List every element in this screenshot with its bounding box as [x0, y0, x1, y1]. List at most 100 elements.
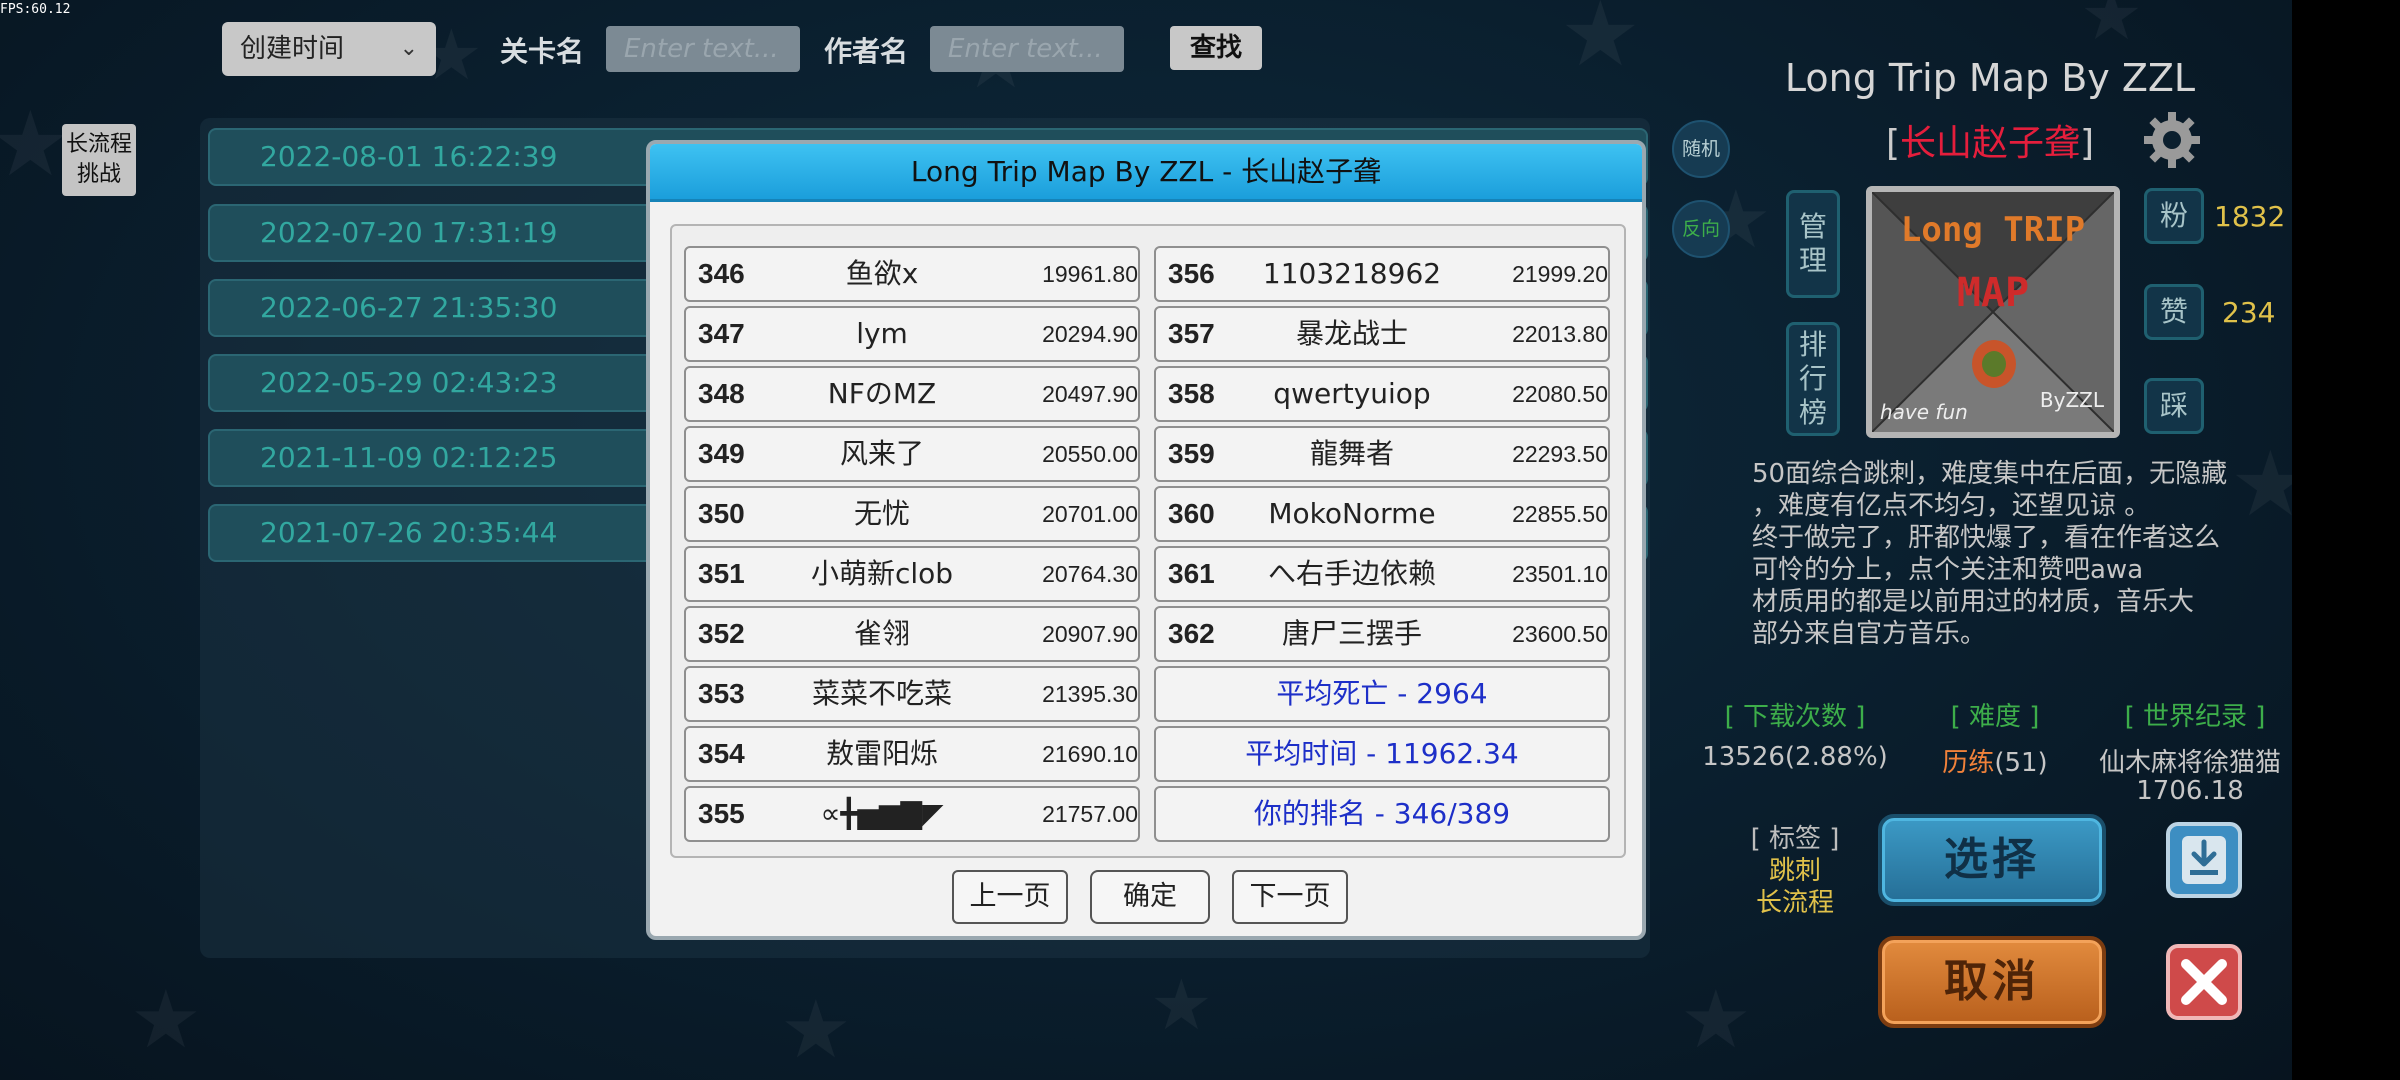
- leaderboard-table: 346 鱼欲x 19961.80 347 lym 20294.90 348 NF…: [670, 224, 1626, 858]
- entry-rank: 352: [698, 618, 745, 649]
- fans-button[interactable]: 粉: [2144, 188, 2204, 244]
- entry-time: 22013.80: [1512, 321, 1608, 347]
- entry-time: 21395.30: [1042, 681, 1138, 707]
- downloads-value: 13526(2.88%): [1702, 742, 1888, 772]
- long-course-challenge-tab[interactable]: 长流程 挑战: [62, 124, 136, 196]
- select-button[interactable]: 选择: [1878, 814, 2106, 906]
- close-button[interactable]: [2166, 944, 2242, 1020]
- downloads-header: [ 下载次数 ]: [1724, 702, 1866, 732]
- leaderboard-entry: 362 唐尸三摆手 23600.50: [1154, 606, 1610, 662]
- description-line: 可怜的分上，点个关注和赞吧awa: [1752, 555, 2144, 585]
- entry-player: 风来了: [839, 437, 924, 470]
- thumbnail-text-line2: MAP: [1956, 270, 2030, 316]
- thumbnail-text-line1: Long TRIP: [1900, 210, 2086, 250]
- close-icon: [2181, 959, 2227, 1005]
- thumbnail-text-bottom-right: ByZZL: [2039, 388, 2104, 412]
- cancel-button[interactable]: 取消: [1878, 936, 2106, 1028]
- row-date: 2022-08-01 16:22:39: [260, 140, 558, 173]
- map-title: Long Trip Map By ZZL: [1784, 56, 2196, 100]
- next-page-button[interactable]: 下一页: [1232, 870, 1348, 924]
- leaderboard-entry: 355 ∝╋▅▆▇◤ 21757.00: [684, 786, 1140, 842]
- dislike-button[interactable]: 踩: [2144, 378, 2204, 434]
- tab-label-line2: 挑战: [76, 162, 121, 187]
- prev-page-button[interactable]: 上一页: [952, 870, 1068, 924]
- entry-player: へ右手边依赖: [1267, 557, 1436, 590]
- level-name-label: 关卡名: [500, 35, 585, 68]
- description-line: 材质用的都是以前用过的材质，音乐大: [1752, 587, 2195, 617]
- random-button[interactable]: 随机: [1672, 120, 1730, 178]
- manage-button[interactable]: 管理: [1786, 190, 1840, 298]
- leaderboard-entry: 357 暴龙战士 22013.80: [1154, 306, 1610, 362]
- entry-time: 21999.20: [1512, 261, 1608, 287]
- gear-icon[interactable]: [2142, 110, 2202, 170]
- entry-rank: 361: [1168, 558, 1215, 589]
- tab-label-line1: 长流程: [65, 132, 132, 157]
- entry-rank: 350: [698, 498, 745, 529]
- leaderboard-entry: 360 MokoNorme 22855.50: [1154, 486, 1610, 542]
- entry-time: 19961.80: [1042, 261, 1138, 287]
- entry-time: 22080.50: [1512, 381, 1608, 407]
- entry-player: ∝╋▅▆▇◤: [820, 797, 944, 830]
- entry-time: 23501.10: [1512, 561, 1608, 587]
- description-line: ，难度有亿点不均匀，还望见谅 。: [1752, 491, 2151, 521]
- world-record-holder: 仙木麻将徐猫猫: [2098, 748, 2281, 778]
- entry-rank: 360: [1168, 498, 1215, 529]
- level-name-input[interactable]: Enter text...: [606, 26, 800, 72]
- world-record-time: 1706.18: [2136, 776, 2244, 806]
- entry-rank: 347: [698, 318, 745, 349]
- download-button[interactable]: [2166, 822, 2242, 898]
- chevron-down-icon: ⌄: [399, 36, 418, 61]
- entry-player: 鱼欲x: [845, 257, 919, 290]
- average-deaths-text: 平均死亡 - 2964: [1276, 677, 1488, 710]
- map-thumbnail: Long TRIP MAP have fun ByZZL: [1866, 186, 2120, 438]
- entry-player: 敖雷阳烁: [825, 737, 938, 770]
- leaderboard-entry: 359 龍舞者 22293.50: [1154, 426, 1610, 482]
- leaderboard-entry: 347 lym 20294.90: [684, 306, 1140, 362]
- leaderboard-entry: 348 NFのMZ 20497.90: [684, 366, 1140, 422]
- entry-player: qwertyuiop: [1273, 377, 1431, 410]
- leaderboard-button[interactable]: 排行榜: [1786, 322, 1840, 436]
- entry-time: 22293.50: [1512, 441, 1608, 467]
- sort-select-value: 创建时间: [240, 34, 345, 64]
- entry-player: 雀翎: [853, 617, 910, 650]
- entry-player: 小萌新clob: [810, 557, 954, 590]
- entry-rank: 354: [698, 738, 745, 769]
- leaderboard-title: Long Trip Map By ZZL - 长山赵子聋: [650, 144, 1642, 202]
- entry-rank: 349: [698, 438, 745, 469]
- average-deaths: 平均死亡 - 2964: [1154, 666, 1610, 722]
- row-date: 2022-05-29 02:43:23: [260, 366, 558, 399]
- description-line: 终于做完了，肝都快爆了，看在作者这么: [1752, 523, 2221, 553]
- entry-time: 20764.30: [1042, 561, 1138, 587]
- difficulty-word: 历练: [1942, 748, 1995, 778]
- entry-rank: 358: [1168, 378, 1215, 409]
- author-name-input[interactable]: Enter text...: [930, 26, 1124, 72]
- leaderboard-entry: 353 菜菜不吃菜 21395.30: [684, 666, 1140, 722]
- leaderboard-entry: 354 敖雷阳烁 21690.10: [684, 726, 1140, 782]
- entry-player: 无忧: [853, 497, 910, 530]
- row-date: 2021-11-09 02:12:25: [260, 441, 558, 474]
- confirm-button[interactable]: 确定: [1090, 870, 1210, 924]
- leaderboard-entry: 351 小萌新clob 20764.30: [684, 546, 1140, 602]
- leaderboard-entry: 350 无忧 20701.00: [684, 486, 1140, 542]
- author-name-label: 作者名: [824, 35, 909, 68]
- entry-rank: 353: [698, 678, 745, 709]
- description-line: 部分来自官方音乐。: [1752, 619, 1987, 649]
- entry-time: 21757.00: [1042, 801, 1138, 827]
- like-button[interactable]: 赞: [2144, 284, 2204, 340]
- leaderboard-entry: 356 1103218962 21999.20: [1154, 246, 1610, 302]
- entry-player: 龍舞者: [1309, 437, 1394, 470]
- entry-player: NFのMZ: [827, 377, 937, 410]
- entry-rank: 356: [1168, 258, 1215, 289]
- difficulty-header: [ 难度 ]: [1950, 702, 2040, 732]
- sort-select[interactable]: 创建时间 ⌄: [222, 22, 436, 76]
- leaderboard-entry: 352 雀翎 20907.90: [684, 606, 1140, 662]
- reverse-button[interactable]: 反向: [1672, 200, 1730, 258]
- leaderboard-entry: 358 qwertyuiop 22080.50: [1154, 366, 1610, 422]
- entry-rank: 359: [1168, 438, 1215, 469]
- entry-player: 1103218962: [1262, 257, 1442, 290]
- search-button[interactable]: 查找: [1170, 26, 1262, 70]
- map-description: 50面综合跳刺，难度集中在后面，无隐藏 ，难度有亿点不均匀，还望见谅 。 终于做…: [1752, 458, 2252, 650]
- thumbnail-text-bottom-left: have fun: [1880, 400, 1968, 424]
- entry-time: 22855.50: [1512, 501, 1608, 527]
- fans-count: 1832: [2214, 200, 2286, 233]
